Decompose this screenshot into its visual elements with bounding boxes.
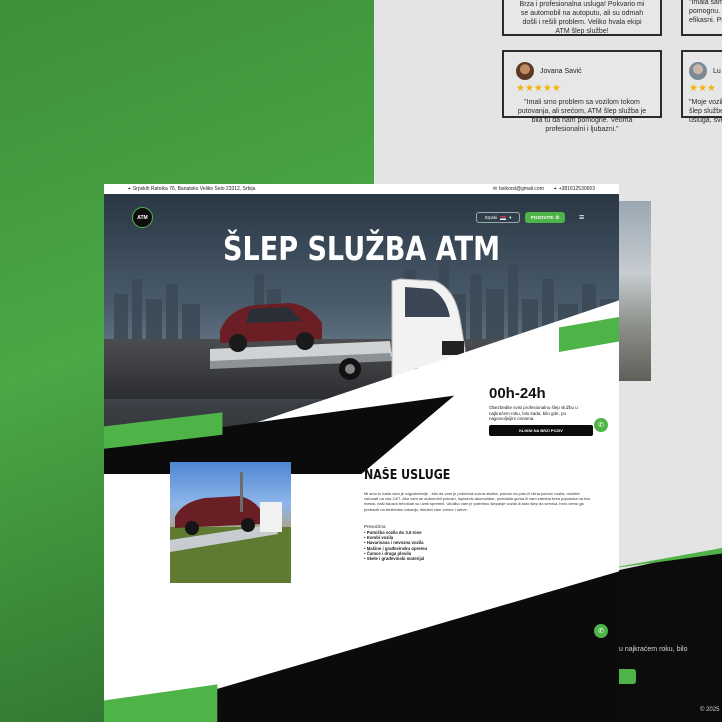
location-pin-icon: ⌖	[128, 186, 131, 192]
review-text: Brza i profesionalna usluga! Pokvario mi…	[519, 1, 645, 35]
background-footer-button	[616, 669, 636, 684]
avatar	[689, 62, 707, 80]
background-footer-text: u najkraćem roku, bilo	[619, 646, 688, 653]
review-card-top-left: Brza i profesionalna usluga! Pokvario mi…	[502, 0, 662, 36]
phone-item[interactable]: ⌖ +381612530653	[554, 186, 595, 192]
address-text: Srpskih Ratnika 76, Banatsko Veliko Selo…	[132, 186, 256, 192]
services-list: • Putnička vozila do 3.5 tone • Kombi vo…	[364, 530, 427, 561]
hours-description: Obezbedite svisi profesionalnu šlep služ…	[489, 405, 578, 421]
phone-icon: ✆	[555, 214, 560, 220]
email-item[interactable]: ✉ bsikorsl@gmail.com	[493, 186, 544, 192]
language-label: Srpski	[484, 215, 498, 220]
review-header: Jovana Savić	[516, 62, 648, 80]
services-photo	[170, 462, 291, 583]
star-rating: ★★★	[689, 83, 716, 94]
review-card-jovana: Jovana Savić ★★★★★ "Imali smo problem sa…	[502, 50, 662, 133]
review-header: Lu	[689, 62, 722, 80]
hamburger-icon[interactable]: ≡	[579, 212, 584, 222]
tow-truck-photo	[170, 472, 291, 583]
review-text: "Imali smo problem sa vozilom tokom puto…	[517, 99, 647, 133]
list-item: • Havarisana i nevozna vozila	[364, 540, 424, 546]
services-list-title: Prevozimo:	[364, 524, 387, 529]
avatar	[516, 62, 534, 80]
hero-title: ŠLEP SLUŽBA ATM	[222, 229, 501, 268]
reviewer-name: Lu	[713, 67, 721, 75]
phone-text: +381612530653	[558, 186, 595, 192]
atm-logo[interactable]: ATM	[132, 207, 153, 228]
quick-call-button[interactable]: KLIKNI NA BRZI POZIV	[489, 425, 593, 436]
website-mockup: ⌖ Srpskih Ratnika 76, Banatsko Veliko Se…	[104, 184, 619, 722]
review-card-second: Lu ★★★ "Moje vozilo šlep službe j usluga…	[681, 50, 722, 124]
review-card-top-right: "Imala sam e pomognu. C efikasni. Pre	[681, 0, 722, 36]
contact-group: ✉ bsikorsl@gmail.com ⌖ +381612530653	[493, 186, 595, 192]
services-text: Mi smo tu kada vam je najpotrebnije - bi…	[364, 491, 591, 512]
phone-icon[interactable]: ✆	[594, 418, 608, 432]
mail-icon: ✉	[492, 186, 498, 192]
phone-icon[interactable]: ✆	[594, 624, 608, 638]
language-selector[interactable]: Srpski ▾	[476, 212, 520, 223]
address-item: ⌖ Srpskih Ratnika 76, Banatsko Veliko Se…	[128, 186, 255, 192]
background-copyright: © 2025	[700, 707, 720, 713]
flag-icon	[500, 215, 507, 220]
email-text: bsikorsl@gmail.com	[499, 186, 544, 192]
chevron-down-icon: ▾	[509, 214, 512, 220]
star-rating: ★★★★★	[516, 83, 561, 94]
background-photo-strip	[618, 201, 651, 381]
location-pin-icon: ⌖	[553, 186, 557, 192]
top-info-bar: ⌖ Srpskih Ratnika 76, Banatsko Veliko Se…	[104, 184, 619, 194]
services-title: NAŠE USLUGE	[364, 468, 451, 483]
hours-heading: 00h-24h	[489, 385, 546, 402]
reviewer-name: Jovana Savić	[540, 67, 582, 75]
call-label: POZOVITE	[530, 215, 554, 220]
call-button[interactable]: POZOVITE ✆	[525, 212, 565, 223]
review-text: "Moje vozilo šlep službe j usluga, sve p	[689, 99, 722, 124]
review-text: "Imala sam e pomognu. C efikasni. Pre	[689, 0, 722, 24]
list-item: • Skele i građevinski materijal	[364, 556, 425, 562]
